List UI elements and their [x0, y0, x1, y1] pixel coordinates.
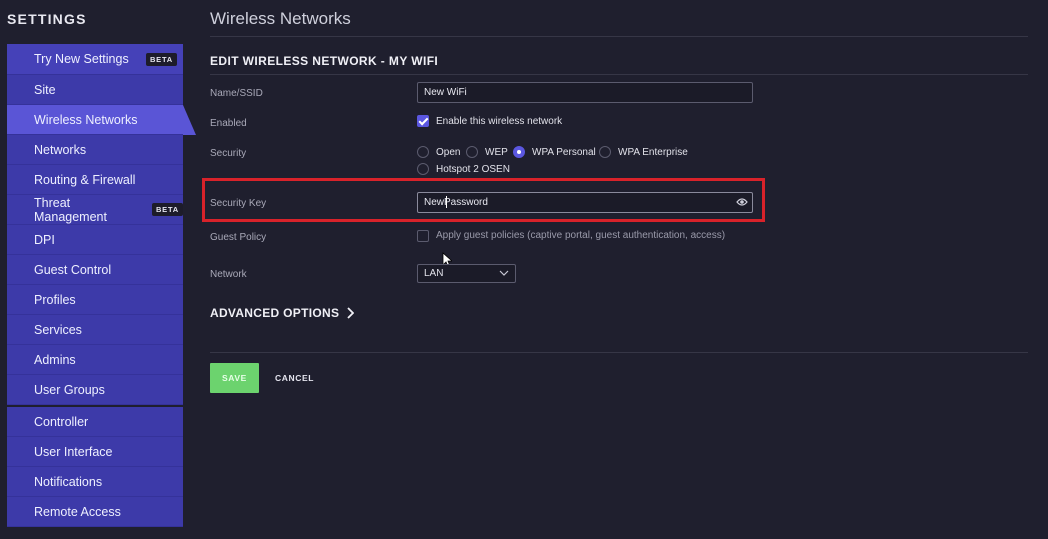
- radio-label-hotspot: Hotspot 2 OSEN: [436, 164, 510, 175]
- chevron-down-icon: [499, 270, 509, 276]
- chevron-right-icon: [347, 307, 355, 319]
- radio-label-open: Open: [436, 147, 461, 158]
- sidebar-item-networks[interactable]: Networks: [7, 135, 183, 165]
- name-ssid-input[interactable]: New WiFi: [417, 82, 753, 103]
- radio-label-wep: WEP: [485, 147, 508, 158]
- sidebar-item-label: Try New Settings: [34, 52, 129, 66]
- sidebar-item-label: Routing & Firewall: [34, 172, 136, 187]
- main-content: Wireless Networks EDIT WIRELESS NETWORK …: [195, 0, 1048, 539]
- sidebar-item-label: Site: [34, 82, 56, 97]
- nav-group-site: Try New Settings BETA Site Wireless Netw…: [7, 44, 196, 405]
- security-key-input[interactable]: NewPassword: [417, 192, 753, 213]
- network-select[interactable]: LAN: [417, 264, 516, 283]
- sidebar-item-user-groups[interactable]: User Groups: [7, 375, 183, 405]
- security-key-label: Security Key: [210, 198, 267, 209]
- sidebar-item-profiles[interactable]: Profiles: [7, 285, 183, 315]
- enabled-checkbox-label: Enable this wireless network: [436, 116, 563, 127]
- security-radio-wpa-enterprise[interactable]: [599, 146, 611, 158]
- sidebar-item-label: Threat Management: [34, 195, 107, 224]
- sidebar-item-user-interface[interactable]: User Interface: [7, 437, 183, 467]
- sidebar-item-notifications[interactable]: Notifications: [7, 467, 183, 497]
- sidebar-item-remote-access[interactable]: Remote Access: [7, 497, 183, 527]
- sidebar-item-label: Controller: [34, 414, 89, 429]
- header-divider: [210, 36, 1028, 37]
- sidebar-item-dpi[interactable]: DPI: [7, 225, 183, 255]
- security-radio-wpa-personal[interactable]: [513, 146, 525, 158]
- advanced-options-toggle[interactable]: ADVANCED OPTIONS: [210, 306, 355, 320]
- sidebar-item-admins[interactable]: Admins: [7, 345, 183, 375]
- save-button[interactable]: SAVE: [210, 363, 259, 393]
- sidebar-item-label: Admins: [34, 352, 76, 367]
- enabled-checkbox[interactable]: [417, 115, 429, 127]
- cancel-button[interactable]: CANCEL: [275, 373, 314, 383]
- radio-label-wpa-personal: WPA Personal: [532, 147, 596, 158]
- security-radio-open[interactable]: [417, 146, 429, 158]
- sidebar-item-guest-control[interactable]: Guest Control: [7, 255, 183, 285]
- sidebar-item-label: Remote Access: [34, 504, 121, 519]
- sidebar-item-label: Networks: [34, 142, 87, 157]
- guest-policy-label: Guest Policy: [210, 232, 267, 243]
- advanced-options-label: ADVANCED OPTIONS: [210, 306, 340, 320]
- sidebar-item-label: Notifications: [34, 474, 103, 489]
- sidebar-item-label: DPI: [34, 232, 55, 247]
- beta-badge: BETA: [151, 203, 183, 216]
- network-select-value: LAN: [424, 268, 444, 279]
- sidebar-item-site[interactable]: Site: [7, 75, 183, 105]
- sidebar-item-label: Services: [34, 322, 82, 337]
- security-radio-hotspot[interactable]: [417, 163, 429, 175]
- sidebar-item-services[interactable]: Services: [7, 315, 183, 345]
- sidebar-item-label: Profiles: [34, 292, 76, 307]
- sidebar-item-wireless-networks[interactable]: Wireless Networks: [7, 105, 196, 135]
- security-label: Security: [210, 148, 247, 159]
- security-radio-wep[interactable]: [466, 146, 478, 158]
- eye-icon[interactable]: [736, 197, 748, 207]
- sidebar-item-threat-management[interactable]: Threat Management BETA: [7, 195, 183, 225]
- sidebar-item-label: User Groups: [34, 382, 105, 397]
- page-title: Wireless Networks: [210, 9, 351, 28]
- sidebar-title: SETTINGS: [7, 11, 87, 27]
- enabled-label: Enabled: [210, 118, 247, 129]
- settings-sidebar: SETTINGS Try New Settings BETA Site Wire…: [0, 0, 196, 539]
- nav-group-system: Controller User Interface Notifications …: [7, 407, 183, 527]
- section-title: EDIT WIRELESS NETWORK - MY WIFI: [210, 54, 439, 68]
- name-ssid-label: Name/SSID: [210, 88, 263, 99]
- beta-badge: BETA: [145, 52, 177, 66]
- text-caret: [446, 196, 447, 208]
- network-label: Network: [210, 269, 247, 280]
- sidebar-item-try-new-settings[interactable]: Try New Settings BETA: [7, 44, 183, 75]
- sidebar-item-label: User Interface: [34, 444, 113, 459]
- section-divider: [210, 74, 1028, 75]
- sidebar-item-routing-firewall[interactable]: Routing & Firewall: [7, 165, 183, 195]
- footer-divider: [210, 352, 1028, 353]
- radio-label-wpa-enterprise: WPA Enterprise: [618, 147, 688, 158]
- guest-policy-checkbox[interactable]: [417, 230, 429, 242]
- sidebar-item-label: Guest Control: [34, 262, 112, 277]
- sidebar-item-controller[interactable]: Controller: [7, 407, 183, 437]
- sidebar-nav: Try New Settings BETA Site Wireless Netw…: [7, 44, 196, 527]
- guest-policy-checkbox-label: Apply guest policies (captive portal, gu…: [436, 230, 726, 241]
- sidebar-item-label: Wireless Networks: [34, 112, 138, 127]
